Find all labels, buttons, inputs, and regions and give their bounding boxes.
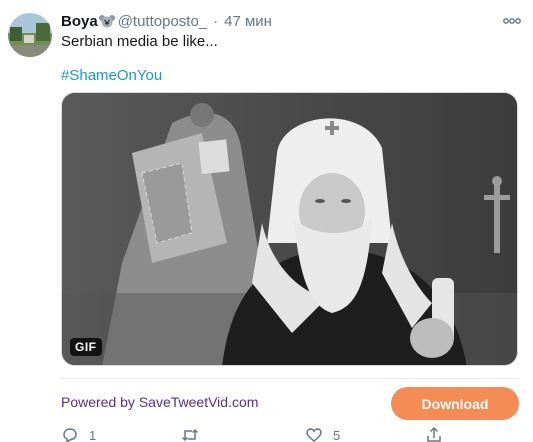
divider [61, 378, 519, 379]
share-icon [427, 426, 441, 442]
reply-action[interactable]: 1 [61, 426, 96, 442]
like-count: 5 [333, 427, 341, 442]
gif-frame-image [62, 93, 517, 365]
koala-emoji-icon [98, 15, 115, 28]
heart-icon [306, 428, 322, 442]
tweet-header: Boya @tuttoposto_ · 47 мин [61, 11, 523, 31]
reply-icon [63, 428, 77, 442]
tweet-media-gif[interactable]: GIF [61, 92, 518, 366]
user-handle[interactable]: @tuttoposto_ [118, 13, 207, 30]
download-button[interactable]: Download [391, 387, 519, 420]
retweet-action[interactable] [181, 426, 209, 442]
hashtag-link[interactable]: #ShameOnYou [61, 67, 162, 84]
tweet-text: Serbian media be like... [61, 33, 218, 50]
reply-count: 1 [89, 427, 97, 442]
avatar[interactable] [8, 13, 52, 57]
gif-badge: GIF [70, 338, 102, 356]
header-separator: · [213, 12, 219, 30]
more-options-icon[interactable] [503, 14, 521, 28]
share-action[interactable] [425, 426, 443, 442]
powered-by-text[interactable]: Powered by SaveTweetVid.com [61, 394, 258, 410]
tweet-timestamp[interactable]: 47 мин [224, 13, 272, 30]
retweet-icon [181, 428, 199, 442]
like-action[interactable]: 5 [305, 426, 340, 442]
tweet-actions: 1 5 [61, 426, 481, 442]
display-name[interactable]: Boya [61, 13, 98, 30]
avatar-image [8, 13, 52, 57]
